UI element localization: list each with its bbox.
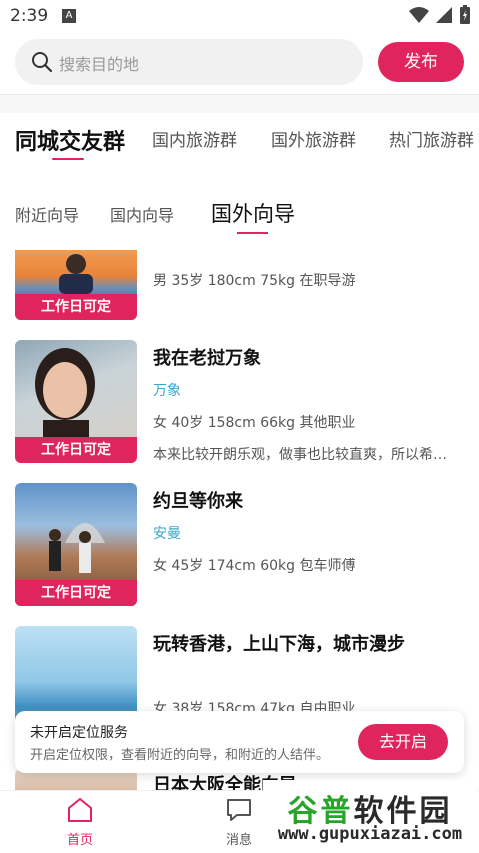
signal-icon bbox=[436, 7, 452, 23]
main-tab-indicator bbox=[52, 158, 84, 160]
status-bar: 2:39 A bbox=[0, 0, 479, 32]
tab-abroad-guides[interactable]: 国外向导 bbox=[211, 198, 295, 228]
tab-domestic-travel[interactable]: 国内旅游群 bbox=[152, 126, 237, 151]
message-icon bbox=[227, 799, 251, 821]
watermark-logo: 谷普软件园 www.gupuxiazai.com bbox=[263, 780, 477, 850]
guide-photo: 工作日可定 bbox=[15, 250, 137, 320]
tab-abroad-travel[interactable]: 国外旅游群 bbox=[271, 126, 356, 151]
guide-photo: 工作日可定 bbox=[15, 483, 137, 606]
guide-card[interactable]: 工作日可定 男 35岁 180cm 75kg 在职导游 bbox=[0, 250, 479, 330]
tab-nearby-guides[interactable]: 附近向导 bbox=[15, 202, 79, 226]
guide-title: 玩转香港，上山下海，城市漫步 bbox=[153, 634, 405, 655]
person-photo-icon bbox=[59, 254, 93, 294]
person-photo-icon bbox=[35, 348, 95, 437]
guide-description: 本来比较开朗乐观，做事也比较直爽，所以希… bbox=[153, 447, 447, 463]
wifi-icon bbox=[409, 7, 429, 23]
nav-home-label: 首页 bbox=[66, 833, 93, 848]
tab-hot-travel[interactable]: 热门旅游群 bbox=[389, 126, 474, 151]
battery-icon bbox=[460, 5, 470, 24]
person-photo-icon bbox=[49, 523, 105, 573]
status-time: 2:39 bbox=[10, 6, 49, 26]
watermark-line2: www.gupuxiazai.com bbox=[277, 824, 463, 844]
availability-badge: 工作日可定 bbox=[15, 294, 137, 320]
search-icon bbox=[32, 52, 53, 73]
guide-meta: 男 35岁 180cm 75kg 在职导游 bbox=[153, 273, 356, 289]
location-prompt-subtitle: 开启定位权限，查看附近的向导，和附近的人结伴。 bbox=[30, 748, 330, 763]
tab-local-friends[interactable]: 同城交友群 bbox=[15, 124, 125, 156]
guide-meta: 女 40岁 158cm 66kg 其他职业 bbox=[153, 415, 356, 431]
guide-city[interactable]: 万象 bbox=[153, 380, 181, 400]
search-row: 搜索目的地 发布 bbox=[0, 32, 479, 94]
availability-badge: 工作日可定 bbox=[15, 580, 137, 606]
enable-location-button[interactable]: 去开启 bbox=[358, 724, 448, 760]
availability-badge: 工作日可定 bbox=[15, 437, 137, 463]
guide-meta: 女 45岁 174cm 60kg 包车师傅 bbox=[153, 558, 356, 574]
nav-home[interactable]: 首页 bbox=[40, 797, 120, 848]
guide-card[interactable]: 工作日可定 我在老挝万象 万象 女 40岁 158cm 66kg 其他职业 本来… bbox=[0, 340, 479, 464]
location-prompt-title: 未开启定位服务 bbox=[30, 725, 128, 741]
search-input[interactable]: 搜索目的地 bbox=[15, 39, 363, 85]
publish-button[interactable]: 发布 bbox=[378, 42, 464, 82]
guide-city[interactable]: 安曼 bbox=[153, 523, 181, 543]
search-placeholder: 搜索目的地 bbox=[59, 55, 140, 74]
guide-title: 我在老挝万象 bbox=[153, 348, 261, 369]
guide-card[interactable]: 工作日可定 约旦等你来 安曼 女 45岁 174cm 60kg 包车师傅 bbox=[0, 483, 479, 607]
home-icon bbox=[68, 798, 92, 822]
location-prompt: 未开启定位服务 开启定位权限，查看附近的向导，和附近的人结伴。 去开启 bbox=[15, 711, 464, 773]
sub-tab-indicator bbox=[237, 232, 268, 234]
divider bbox=[0, 94, 479, 113]
notification-icon: A bbox=[62, 9, 76, 23]
tab-domestic-guides[interactable]: 国内向导 bbox=[110, 202, 174, 226]
guide-list[interactable]: 工作日可定 男 35岁 180cm 75kg 在职导游 工作日可定 我在老挝万象… bbox=[0, 250, 479, 790]
guide-photo: 工作日可定 bbox=[15, 340, 137, 463]
status-icons bbox=[409, 5, 471, 25]
guide-title: 约旦等你来 bbox=[153, 491, 243, 512]
